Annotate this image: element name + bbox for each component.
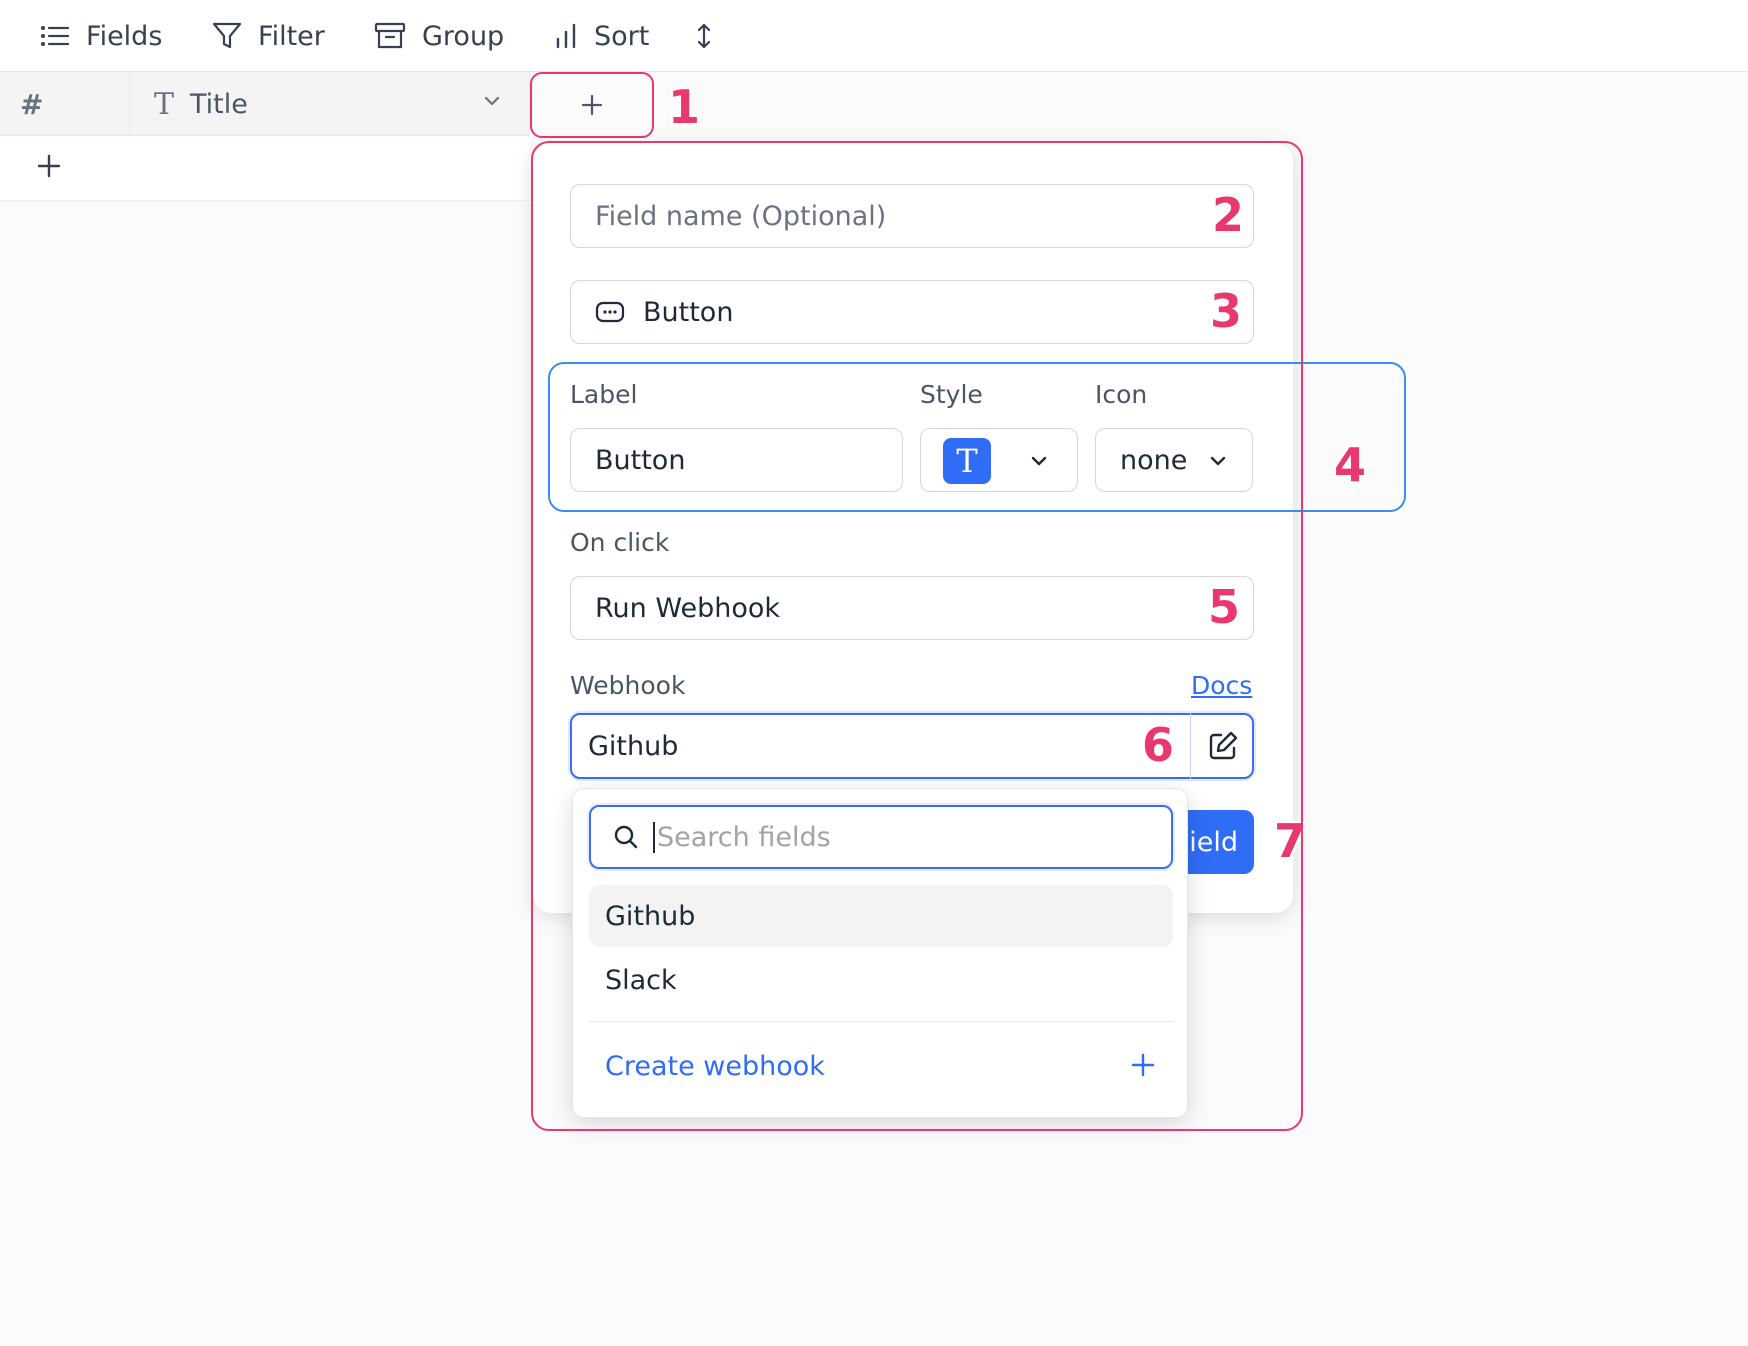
vertical-arrows-icon	[697, 23, 711, 49]
annotation-5: 5	[1208, 580, 1241, 634]
button-type-icon	[595, 301, 625, 323]
title-column-label: Title	[190, 88, 248, 120]
annotation-6: 6	[1142, 718, 1175, 772]
docs-link[interactable]: Docs	[1191, 671, 1252, 700]
plus-icon	[581, 94, 603, 116]
webhook-option-github[interactable]: Github	[589, 885, 1173, 947]
icon-select-value: none	[1120, 444, 1188, 476]
filter-icon	[212, 22, 242, 49]
field-name-placeholder: Field name (Optional)	[595, 200, 887, 232]
table-row	[0, 137, 530, 201]
chevron-down-icon	[1210, 456, 1226, 466]
sort-button[interactable]: Sort	[554, 14, 649, 58]
create-webhook-button[interactable]: Create webhook	[589, 1033, 1173, 1099]
style-select[interactable]: T	[920, 428, 1078, 492]
list-icon	[41, 26, 70, 46]
field-type-value: Button	[643, 296, 734, 328]
fields-label: Fields	[86, 20, 163, 52]
chevron-down-icon[interactable]	[483, 92, 501, 110]
filter-button[interactable]: Filter	[212, 14, 325, 58]
annotation-2: 2	[1212, 188, 1245, 242]
grid-header: # T Title	[0, 72, 530, 136]
label-heading: Label	[570, 380, 638, 409]
search-icon	[614, 825, 638, 849]
style-heading: Style	[920, 380, 983, 409]
on-click-select[interactable]: Run Webhook	[570, 576, 1254, 640]
chevron-down-icon	[1031, 456, 1047, 466]
filter-label: Filter	[258, 20, 325, 52]
row-number-column: #	[0, 72, 130, 136]
sort-label: Sort	[594, 20, 650, 52]
annotation-3: 3	[1210, 284, 1243, 338]
search-input[interactable]	[653, 821, 1133, 853]
group-label: Group	[422, 20, 505, 52]
edit-icon	[1209, 731, 1237, 760]
text-type-icon: T	[154, 86, 175, 122]
group-button[interactable]: Group	[374, 14, 504, 58]
divider	[589, 1021, 1173, 1022]
search-field-box[interactable]	[589, 805, 1173, 869]
webhook-option-slack[interactable]: Slack	[589, 949, 1173, 1011]
title-column-header[interactable]: T Title	[130, 72, 530, 136]
create-webhook-label: Create webhook	[605, 1050, 825, 1082]
archive-icon	[374, 22, 406, 49]
toolbar: Fields Filter Group Sort	[0, 0, 1748, 72]
webhook-value: Github	[588, 730, 679, 762]
annotation-1: 1	[668, 80, 701, 134]
webhook-heading: Webhook	[570, 671, 686, 700]
icon-select[interactable]: none	[1095, 428, 1253, 492]
annotation-4: 4	[1334, 438, 1367, 492]
button-label-value: Button	[595, 444, 686, 476]
field-type-select[interactable]: Button	[570, 280, 1254, 344]
webhook-dropdown: Github Slack Create webhook	[572, 788, 1188, 1118]
annotation-7: 7	[1274, 814, 1307, 868]
icon-heading: Icon	[1095, 380, 1148, 409]
edit-webhook-button[interactable]	[1190, 713, 1254, 779]
add-row-icon[interactable]	[36, 153, 62, 179]
row-height-button[interactable]	[696, 14, 728, 58]
row-number-header: #	[20, 87, 44, 121]
on-click-heading: On click	[570, 528, 670, 557]
bar-chart-icon	[556, 23, 576, 49]
plus-icon	[1131, 1053, 1155, 1077]
style-swatch: T	[943, 438, 991, 484]
on-click-value: Run Webhook	[595, 592, 781, 624]
field-name-input[interactable]: Field name (Optional)	[570, 184, 1254, 248]
save-field-label: ield	[1189, 826, 1238, 858]
fields-button[interactable]: Fields	[40, 14, 162, 58]
add-column-button[interactable]	[530, 72, 654, 138]
button-label-input[interactable]: Button	[570, 428, 903, 492]
